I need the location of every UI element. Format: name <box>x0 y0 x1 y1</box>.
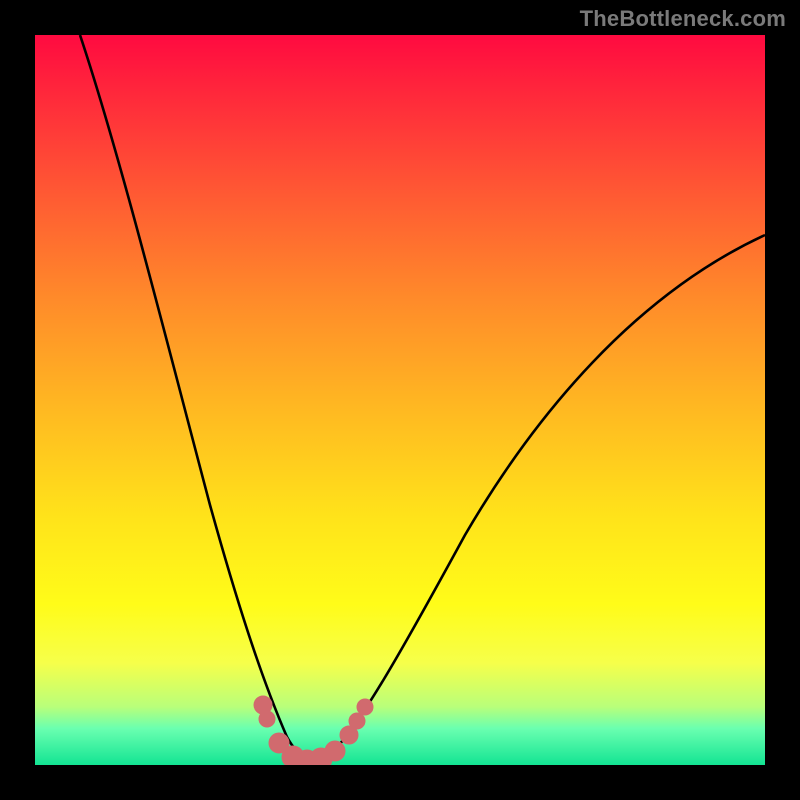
chart-frame: TheBottleneck.com <box>0 0 800 800</box>
curve-path <box>80 35 765 760</box>
marker-group <box>254 696 373 765</box>
watermark-label: TheBottleneck.com <box>580 6 786 32</box>
bottleneck-curve <box>35 35 765 765</box>
plot-area <box>35 35 765 765</box>
